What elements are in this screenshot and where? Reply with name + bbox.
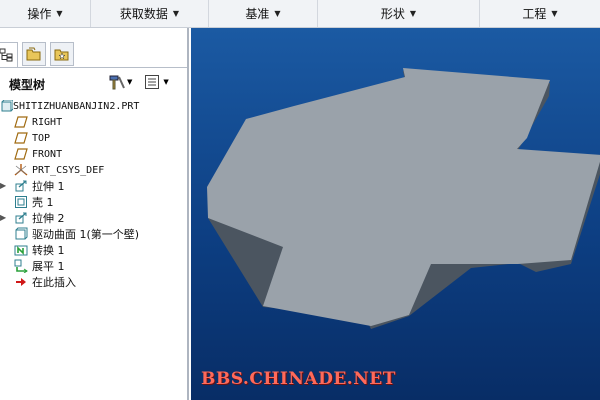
chevron-down-icon: ▼ — [127, 78, 133, 86]
tree-item-label: TOP — [32, 132, 51, 144]
extrude-icon — [14, 179, 28, 193]
tree-item-label: RIGHT — [32, 116, 63, 128]
tree-item-insert-here[interactable]: 在此插入 — [0, 274, 187, 290]
chevron-down-icon: ▼ — [274, 9, 281, 18]
show-options-button[interactable]: ▼ — [144, 74, 169, 90]
driving-surface-icon — [14, 227, 28, 241]
graphics-viewport[interactable]: BBS.CHINADE.NET — [191, 28, 600, 400]
menu-engineering-label: 工程 — [522, 7, 547, 21]
tab-divider — [0, 67, 187, 68]
model-tree-header: 模型树 ▼ ▼ — [0, 72, 187, 96]
menu-get-data[interactable]: 获取数据 ▼ — [91, 0, 209, 27]
model-tree-title: 模型树 — [9, 78, 46, 92]
conversion-icon — [14, 243, 28, 257]
menu-shapes[interactable]: 形状 ▼ — [318, 0, 480, 27]
menu-operations[interactable]: 操作 ▼ — [0, 0, 91, 27]
shell-icon — [14, 195, 28, 209]
tree-item-label: 在此插入 — [32, 276, 76, 289]
model-tree-icon — [0, 48, 13, 62]
tree-root-part[interactable]: SHITIZHUANBANJIN2.PRT — [0, 98, 187, 114]
folder-icon — [26, 47, 41, 61]
chevron-down-icon: ▼ — [163, 78, 169, 86]
menu-datum-label: 基准 — [245, 7, 270, 21]
tree-item-label: 壳 1 — [32, 196, 54, 209]
tree-item-extrude-2[interactable]: ▶ 拉伸 2 — [0, 210, 187, 226]
hammer-wrench-icon — [109, 75, 125, 90]
chevron-down-icon: ▼ — [56, 9, 63, 18]
tree-item-extrude-1[interactable]: ▶ 拉伸 1 — [0, 178, 187, 194]
tree-item-label: 拉伸 2 — [32, 212, 65, 225]
tree-item-shell-1[interactable]: 壳 1 — [0, 194, 187, 210]
tree-item-label: 拉伸 1 — [32, 180, 65, 193]
datum-plane-icon — [14, 131, 28, 145]
tab-folder-browser[interactable] — [22, 42, 46, 66]
part-icon — [0, 99, 14, 113]
tree-item-conversion-1[interactable]: 转换 1 — [0, 242, 187, 258]
coordinate-system-icon — [14, 163, 28, 177]
datum-plane-icon — [14, 115, 28, 129]
tree-item-top[interactable]: TOP — [0, 130, 187, 146]
favorites-folder-icon — [54, 49, 69, 61]
chevron-down-icon: ▼ — [172, 9, 180, 18]
tree-item-label: FRONT — [32, 148, 63, 160]
tree-root-label: SHITIZHUANBANJIN2.PRT — [13, 100, 140, 112]
chevron-down-icon: ▼ — [409, 9, 417, 18]
menu-datum[interactable]: 基准 ▼ — [209, 0, 318, 27]
navigator-panel: 模型树 ▼ ▼ SHITIZHUANBANJIN2.PRT RIGHT TOP … — [0, 28, 189, 400]
tree-item-label: PRT_CSYS_DEF — [32, 164, 105, 176]
expand-arrow-icon[interactable]: ▶ — [0, 213, 8, 222]
menu-operations-label: 操作 — [27, 7, 52, 21]
navigator-tabs — [0, 28, 187, 68]
tree-item-csys[interactable]: PRT_CSYS_DEF — [0, 162, 187, 178]
tree-item-driving-surface-1[interactable]: 驱动曲面 1(第一个壁) — [0, 226, 187, 242]
tree-item-label: 展平 1 — [32, 260, 65, 273]
datum-plane-icon — [14, 147, 28, 161]
tab-favorites[interactable] — [50, 42, 74, 66]
flatten-icon — [14, 259, 28, 273]
menu-get-data-label: 获取数据 — [119, 7, 168, 21]
tree-item-front[interactable]: FRONT — [0, 146, 187, 162]
watermark-text: BBS.CHINADE.NET — [201, 369, 396, 389]
model-tree-tools: ▼ ▼ — [108, 74, 169, 90]
settings-tools-button[interactable]: ▼ — [108, 74, 132, 90]
insert-here-arrow-icon — [14, 275, 28, 289]
expand-arrow-icon[interactable]: ▶ — [0, 181, 8, 190]
list-settings-icon — [145, 75, 160, 89]
tree-item-label: 驱动曲面 1(第一个壁) — [32, 228, 140, 241]
flattened-sheetmetal-part — [207, 68, 600, 329]
model-tree: SHITIZHUANBANJIN2.PRT RIGHT TOP FRONT PR — [0, 98, 187, 290]
menu-bar: 操作 ▼ 获取数据 ▼ 基准 ▼ 形状 ▼ 工程 ▼ — [0, 0, 600, 28]
chevron-down-icon: ▼ — [551, 9, 558, 18]
menu-shapes-label: 形状 — [380, 7, 405, 21]
tree-item-label: 转换 1 — [32, 244, 65, 257]
tree-item-flatten-1[interactable]: 展平 1 — [0, 258, 187, 274]
tab-model-tree[interactable] — [0, 42, 18, 68]
extrude-icon — [14, 211, 28, 225]
menu-engineering[interactable]: 工程 ▼ — [480, 0, 600, 27]
tree-item-right[interactable]: RIGHT — [0, 114, 187, 130]
